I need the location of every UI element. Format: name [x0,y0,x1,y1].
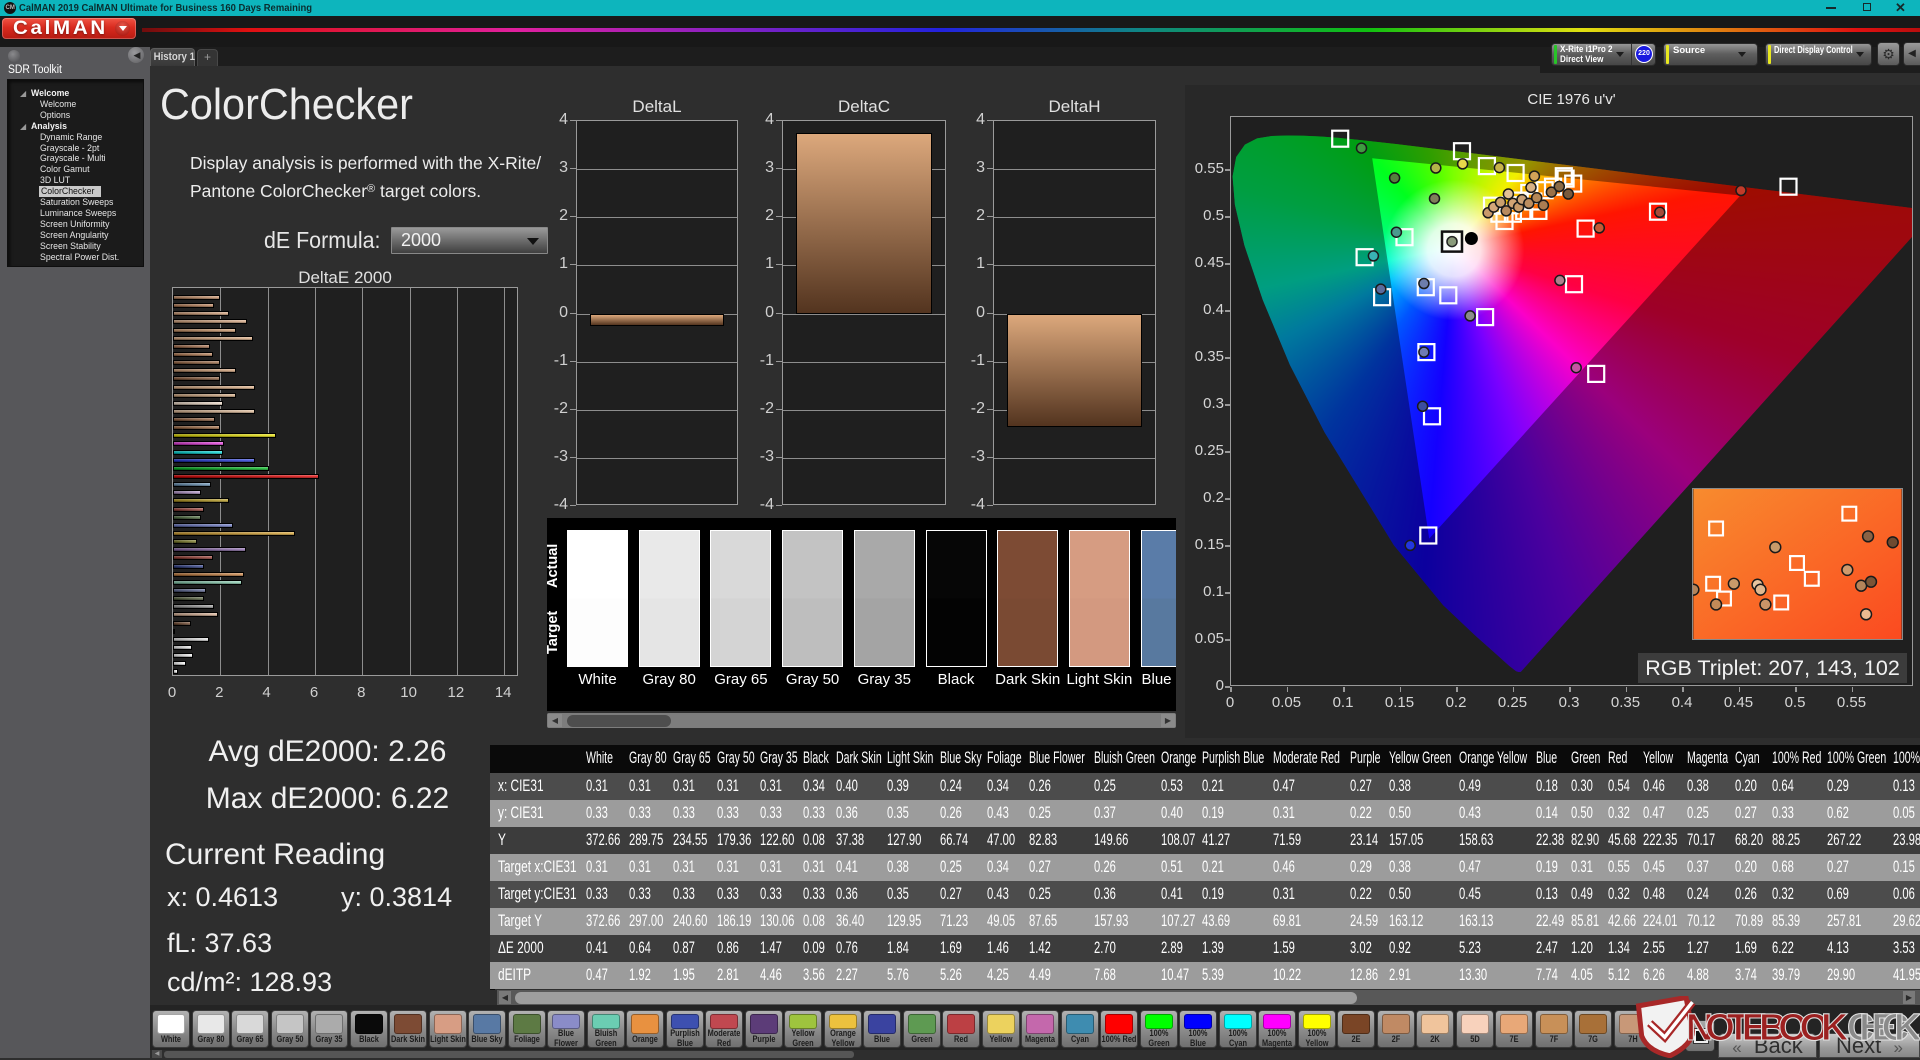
svg-text:NOTEBOOK: NOTEBOOK [1686,1007,1849,1049]
svg-text:CHECK: CHECK [1847,1007,1920,1049]
